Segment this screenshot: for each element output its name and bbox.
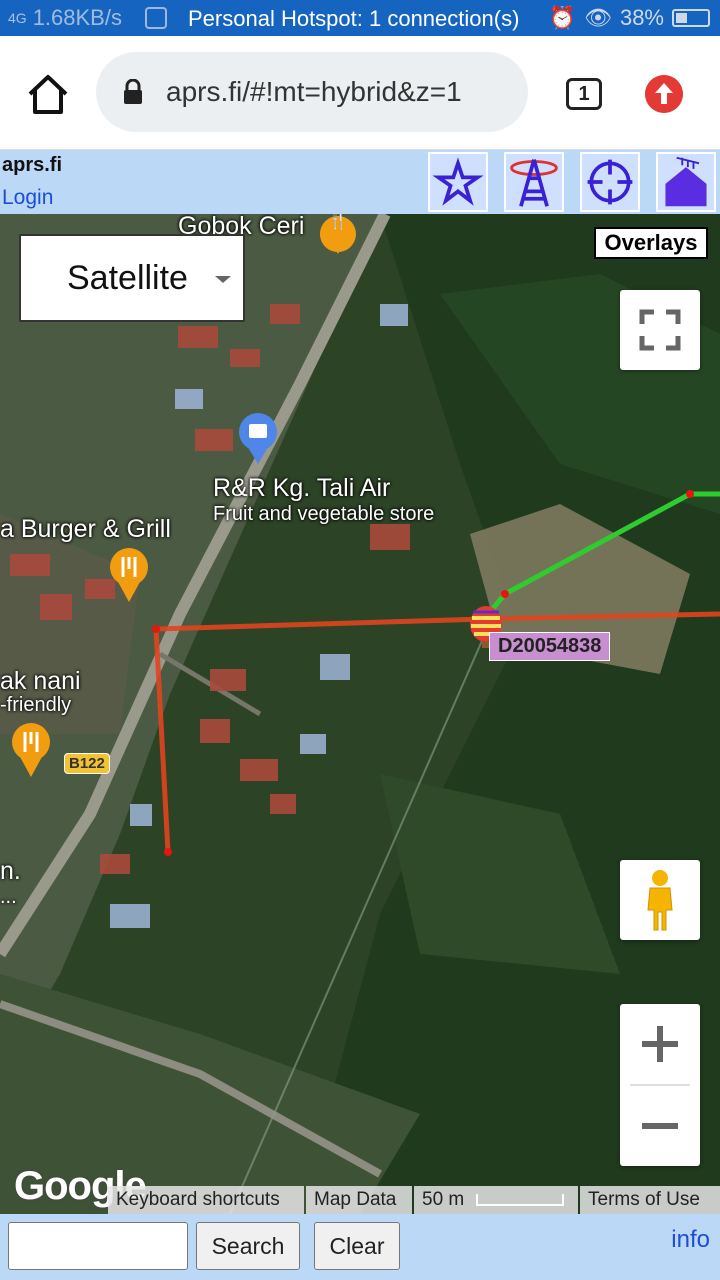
battery-icon (672, 9, 710, 27)
poi-label-burger[interactable]: a Burger & Grill (0, 515, 171, 544)
lock-icon (124, 79, 142, 104)
tab-count-button[interactable]: 1 (566, 78, 602, 110)
zoom-in-button[interactable] (620, 1004, 700, 1084)
poi-label-nani[interactable]: ak nani (0, 667, 81, 696)
station-callsign-label[interactable]: D20054838 (489, 632, 611, 661)
house-antenna-icon[interactable] (656, 152, 716, 212)
search-input[interactable] (8, 1222, 188, 1270)
plus-icon (642, 1026, 678, 1062)
bottom-toolbar: Search Clear info (0, 1214, 720, 1280)
satellite-imagery: 🍴 (0, 214, 720, 1214)
map-type-value: Satellite (67, 258, 188, 297)
battery-percent: 38% (619, 5, 664, 30)
address-bar[interactable]: aprs.fi/#!mt=hybrid&z=1 (96, 52, 528, 132)
fullscreen-icon (639, 309, 681, 351)
scale-bar[interactable]: 50 m (414, 1186, 578, 1214)
scale-ruler (475, 1193, 564, 1206)
home-icon[interactable] (26, 72, 70, 116)
map-view[interactable]: 🍴 Gobok Ceri R&R Kg. Tali Air Fruit and … (0, 214, 720, 1214)
aprs-header: aprs.fi Login (0, 150, 720, 214)
upload-icon[interactable] (645, 75, 683, 113)
svg-text:🍴: 🍴 (328, 214, 348, 230)
site-title: aprs.fi (2, 154, 63, 176)
overlays-button[interactable]: Overlays (594, 227, 708, 259)
network-type: 4G (8, 10, 27, 26)
alarm-icon: ⏰ (548, 5, 577, 30)
search-button[interactable]: Search (196, 1222, 300, 1270)
keyboard-shortcuts-link[interactable]: Keyboard shortcuts (108, 1186, 304, 1214)
street-view-pegman[interactable] (620, 860, 700, 940)
hotspot-text: Personal Hotspot: 1 connection(s) (188, 6, 520, 31)
poi-label-rr[interactable]: R&R Kg. Tali Air (213, 474, 390, 503)
hotspot-icon (145, 7, 167, 29)
terms-of-use-link[interactable]: Terms of Use (580, 1186, 720, 1214)
info-link[interactable]: info (671, 1226, 710, 1254)
chevron-down-icon (215, 276, 231, 283)
zoom-control (620, 1004, 700, 1166)
poi-sublabel-rr: Fruit and vegetable store (213, 503, 435, 525)
minus-icon (642, 1123, 678, 1129)
zoom-out-button[interactable] (620, 1086, 700, 1166)
pegman-icon (647, 870, 673, 931)
status-bar: 4G 1.68KB/s Personal Hotspot: 1 connecti… (0, 0, 720, 36)
poi-sublabel-nani: -friendly (0, 694, 72, 716)
star-icon[interactable] (428, 152, 488, 212)
scale-label: 50 m (422, 1189, 465, 1210)
map-type-select[interactable]: Satellite (19, 234, 245, 322)
road-label: B122 (64, 753, 110, 774)
eye-icon: 👁 (584, 5, 612, 30)
poi-sublabel-partial: ... (0, 886, 17, 908)
crosshair-icon[interactable] (580, 152, 640, 212)
fullscreen-button[interactable] (620, 290, 700, 370)
antenna-tower-icon[interactable] (504, 152, 564, 212)
browser-toolbar: aprs.fi/#!mt=hybrid&z=1 1 (0, 36, 720, 150)
clear-button[interactable]: Clear (314, 1222, 400, 1270)
url-text: aprs.fi/#!mt=hybrid&z=1 (166, 76, 462, 107)
login-link[interactable]: Login (2, 186, 53, 210)
poi-label-partial[interactable]: n. (0, 857, 21, 886)
network-speed: 1.68KB/s (32, 5, 122, 30)
map-data-link[interactable]: Map Data (306, 1186, 412, 1214)
